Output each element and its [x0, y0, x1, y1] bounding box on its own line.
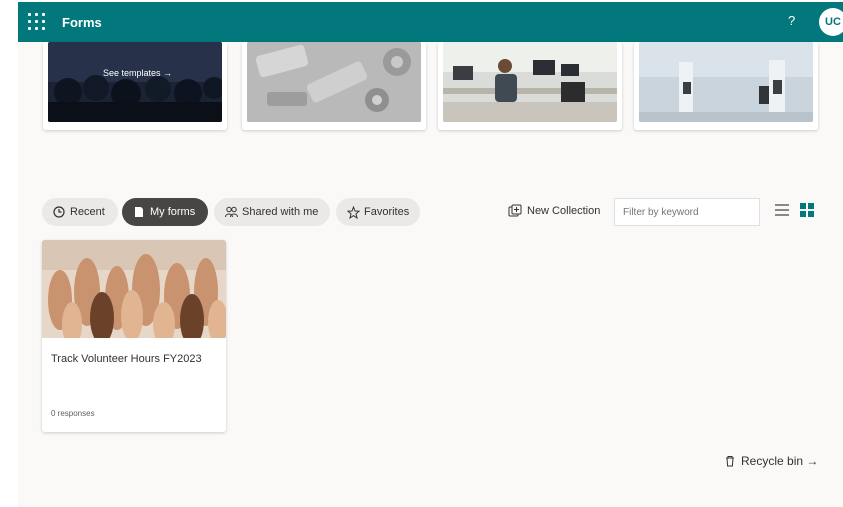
tab-label: Favorites	[364, 206, 410, 218]
new-collection-label: New Collection	[527, 205, 601, 217]
top-app-bar: Forms ? UC	[18, 2, 843, 42]
screen: Forms ? UC See templates → Recent My for…	[0, 0, 843, 507]
tab-favorites[interactable]: Favorites	[336, 198, 420, 226]
template-card-see-templates[interactable]: See templates →	[43, 42, 227, 130]
template-card[interactable]	[634, 42, 818, 130]
tab-recent[interactable]: Recent	[42, 198, 118, 226]
form-card[interactable]: Track Volunteer Hours FY2023 0 responses	[42, 240, 226, 432]
tab-shared-with-me[interactable]: Shared with me	[214, 198, 330, 226]
form-thumbnail	[42, 240, 226, 338]
forms-app: Forms ? UC See templates → Recent My for…	[18, 2, 843, 507]
app-name[interactable]: Forms	[62, 15, 102, 30]
form-responses: 0 responses	[51, 409, 95, 418]
help-button[interactable]: ?	[788, 13, 795, 28]
grid-view-icon[interactable]	[800, 203, 814, 217]
template-image: See templates →	[48, 42, 222, 122]
template-image	[443, 42, 617, 122]
template-strip: See templates →	[18, 42, 843, 154]
recycle-bin-link[interactable]: Recycle bin →	[724, 454, 818, 468]
recycle-bin-label: Recycle bin →	[741, 454, 819, 468]
new-collection-icon	[508, 204, 522, 218]
form-title: Track Volunteer Hours FY2023	[51, 353, 202, 365]
tab-label: Recent	[70, 206, 105, 218]
list-view-icon[interactable]	[775, 204, 789, 218]
recycle-bin-icon	[724, 455, 736, 467]
form-icon	[132, 205, 146, 219]
see-templates-link[interactable]: See templates →	[103, 68, 172, 78]
star-icon	[346, 205, 360, 219]
new-collection-button[interactable]: New Collection	[508, 204, 600, 218]
avatar[interactable]: UC	[819, 8, 843, 36]
template-image	[639, 42, 813, 122]
template-image	[247, 42, 421, 122]
people-icon	[224, 205, 238, 219]
template-card[interactable]	[438, 42, 622, 130]
tab-label: My forms	[150, 206, 196, 218]
tab-label: Shared with me	[242, 206, 319, 218]
template-card[interactable]	[242, 42, 426, 130]
app-launcher-icon[interactable]	[28, 13, 46, 31]
clock-icon	[52, 205, 66, 219]
tab-my-forms[interactable]: My forms	[122, 198, 208, 226]
filter-keyword-input[interactable]	[614, 198, 760, 226]
